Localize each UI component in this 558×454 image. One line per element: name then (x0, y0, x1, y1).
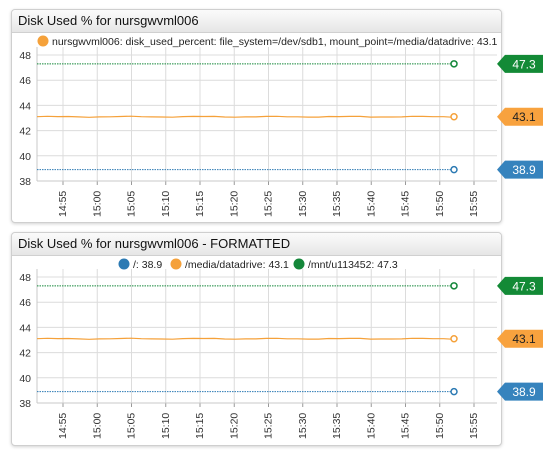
y-tick-label: 48 (19, 50, 31, 62)
x-tick-label: 15:45 (400, 191, 412, 217)
chart-2: /: 38.9/media/datadrive: 43.1/mnt/u11345… (19, 258, 543, 439)
value-label: 43.1 (497, 107, 543, 126)
x-tick-label: 15:55 (468, 191, 480, 217)
charts-canvas: nursgwvml006: disk_used_percent: file_sy… (19, 35, 543, 439)
x-tick-label: 15:10 (160, 413, 172, 439)
y-tick-label: 46 (19, 75, 31, 87)
legend-entry: /mnt/u113452: 47.3 (308, 259, 398, 271)
x-tick-label: 15:30 (297, 413, 309, 439)
y-tick-label: 38 (19, 176, 31, 188)
legend-entry: /: 38.9 (133, 259, 162, 271)
y-tick-label: 44 (19, 100, 31, 112)
x-tick-label: 15:00 (91, 191, 103, 217)
value-label-text: 38.9 (512, 163, 536, 177)
x-tick-label: 15:05 (126, 191, 138, 217)
y-tick-label: 46 (19, 297, 31, 309)
series-end-marker (450, 334, 458, 343)
x-tick-label: 15:40 (365, 413, 377, 439)
series-end-marker (450, 60, 458, 68)
legend-marker (293, 258, 305, 270)
value-label: 38.9 (497, 160, 543, 179)
x-tick-label: 15:00 (91, 413, 103, 439)
x-tick-label: 15:25 (263, 191, 275, 217)
legend: /: 38.9/media/datadrive: 43.1/mnt/u11345… (118, 258, 398, 271)
x-tick-label: 15:15 (194, 413, 206, 439)
series-end-marker (450, 387, 458, 396)
x-tick-label: 15:20 (228, 191, 240, 217)
y-tick-label: 38 (19, 398, 31, 410)
x-tick-label: 15:40 (365, 191, 377, 217)
x-tick-label: 15:50 (434, 191, 446, 217)
x-tick-label: 15:15 (194, 191, 206, 217)
value-label-text: 43.1 (512, 110, 536, 124)
x-tick-label: 14:55 (57, 413, 69, 439)
x-tick-label: 15:35 (331, 413, 343, 439)
x-tick-label: 15:50 (434, 413, 446, 439)
series-end-marker (450, 112, 458, 121)
value-label-text: 47.3 (512, 57, 536, 71)
value-label: 38.9 (497, 382, 543, 401)
legend-entry: nursgwvml006: disk_used_percent: file_sy… (52, 36, 498, 48)
y-tick-label: 40 (19, 373, 31, 385)
x-tick-label: 15:05 (126, 413, 138, 439)
legend-entry: /media/datadrive: 43.1 (185, 259, 289, 271)
value-label: 47.3 (497, 276, 543, 295)
series-line (36, 337, 455, 340)
y-tick-label: 42 (19, 348, 31, 360)
legend-marker (118, 258, 130, 270)
y-tick-label: 44 (19, 322, 31, 334)
x-tick-label: 15:45 (400, 413, 412, 439)
x-tick-label: 15:20 (228, 413, 240, 439)
x-tick-label: 15:25 (263, 413, 275, 439)
value-label-text: 47.3 (512, 279, 536, 293)
x-tick-label: 15:10 (160, 191, 172, 217)
y-tick-label: 48 (19, 272, 31, 284)
series-end-marker (450, 165, 458, 174)
y-tick-label: 42 (19, 126, 31, 138)
chart-1: nursgwvml006: disk_used_percent: file_sy… (19, 35, 543, 217)
value-label-text: 43.1 (512, 332, 536, 346)
value-label: 47.3 (497, 54, 543, 73)
y-tick-label: 40 (19, 151, 31, 163)
x-tick-label: 15:55 (468, 413, 480, 439)
legend-marker (170, 258, 182, 270)
series-end-marker (450, 282, 458, 290)
x-tick-label: 14:55 (57, 191, 69, 217)
x-tick-label: 15:35 (331, 191, 343, 217)
value-label-text: 38.9 (512, 385, 536, 399)
legend-marker (37, 35, 49, 47)
value-label: 43.1 (497, 329, 543, 348)
x-tick-label: 15:30 (297, 191, 309, 217)
series-line (36, 115, 455, 118)
legend: nursgwvml006: disk_used_percent: file_sy… (37, 35, 498, 48)
